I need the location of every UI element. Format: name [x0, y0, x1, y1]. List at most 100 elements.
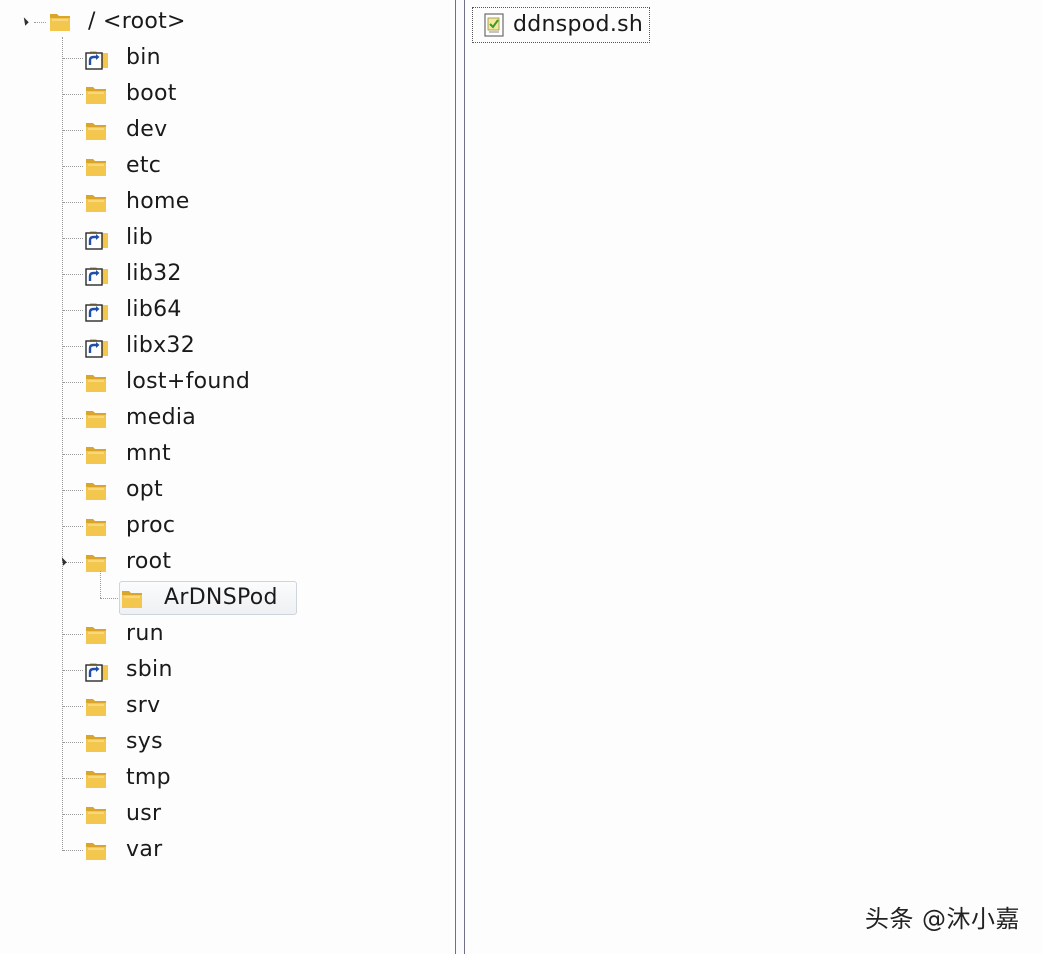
tree-row-lib32[interactable]: lib32 — [0, 259, 455, 289]
tree-item-label: ArDNSPod — [164, 585, 278, 610]
tree-connector — [34, 22, 46, 23]
folder-icon — [84, 765, 110, 791]
tree-item-label: lib64 — [126, 297, 182, 322]
tree-item-label: libx32 — [126, 333, 196, 358]
tree-connector — [63, 238, 83, 239]
tree-connector — [63, 778, 83, 779]
tree-connector — [63, 382, 83, 383]
tree-connector — [63, 418, 83, 419]
tree-row-opt[interactable]: opt — [0, 475, 455, 505]
tree-label-root: / <root> — [88, 9, 186, 34]
tree-row-var[interactable]: var — [0, 835, 455, 865]
tree-connector — [63, 94, 83, 95]
tree-row-sys[interactable]: sys — [0, 727, 455, 757]
tree-row-srv[interactable]: srv — [0, 691, 455, 721]
folder-icon — [84, 693, 110, 719]
script-file-icon — [484, 13, 504, 37]
tree-row-mnt[interactable]: mnt — [0, 439, 455, 469]
tree-item-label: lib32 — [126, 261, 182, 286]
tree-connector — [63, 310, 83, 311]
tree-item-label: opt — [126, 477, 163, 502]
tree-connector — [63, 166, 83, 167]
tree-row-bin[interactable]: bin — [0, 43, 455, 73]
tree-item-label: usr — [126, 801, 162, 826]
tree-connector — [63, 634, 83, 635]
tree-connector — [100, 598, 118, 599]
tree-connector — [63, 130, 83, 131]
tree-connector — [63, 706, 83, 707]
tree-item-label: home — [126, 189, 190, 214]
tree-connector — [63, 670, 83, 671]
folder-icon — [84, 369, 110, 395]
tree-item-label: etc — [126, 153, 162, 178]
watermark-text: 头条 @沐小嘉 — [864, 905, 1020, 933]
tree-row-run[interactable]: run — [0, 619, 455, 649]
tree-item-label: srv — [126, 693, 161, 718]
tree-row-home[interactable]: home — [0, 187, 455, 217]
tree-item-label: media — [126, 405, 197, 430]
tree-row-root[interactable]: root — [0, 547, 455, 577]
tree-row-etc[interactable]: etc — [0, 151, 455, 181]
folder-link-icon — [84, 333, 110, 359]
tree-row-usr[interactable]: usr — [0, 799, 455, 829]
tree-item-label: boot — [126, 81, 177, 106]
tree-item-label: mnt — [126, 441, 171, 466]
tree-connector — [63, 490, 83, 491]
tree-connector — [63, 814, 83, 815]
folder-icon — [48, 8, 74, 34]
folder-icon — [84, 405, 110, 431]
tree-connector — [63, 274, 83, 275]
tree-item-label: sbin — [126, 657, 173, 682]
tree-item-label: lost+found — [126, 369, 251, 394]
expand-arrow-icon[interactable] — [58, 557, 67, 566]
file-item-ddnspod[interactable]: ddnspod.sh — [472, 7, 650, 43]
folder-link-icon — [84, 657, 110, 683]
folder-icon — [84, 189, 110, 215]
tree-connector — [63, 742, 83, 743]
folder-icon — [84, 621, 110, 647]
folder-tree-pane[interactable]: / <root> bin boot dev etc home lib lib32 lib64 li… — [0, 0, 455, 954]
folder-icon — [84, 81, 110, 107]
tree-item-label: tmp — [126, 765, 171, 790]
tree-row-libx32[interactable]: libx32 — [0, 331, 455, 361]
tree-item-label: var — [126, 837, 163, 862]
folder-link-icon — [84, 297, 110, 323]
file-name: ddnspod.sh — [513, 12, 644, 37]
folder-icon — [84, 801, 110, 827]
tree-item-label: lib — [126, 225, 154, 250]
pane-splitter[interactable] — [455, 0, 465, 954]
tree-row-proc[interactable]: proc — [0, 511, 455, 541]
tree-row-lib[interactable]: lib — [0, 223, 455, 253]
folder-icon — [84, 441, 110, 467]
tree-row-dev[interactable]: dev — [0, 115, 455, 145]
tree-row-boot[interactable]: boot — [0, 79, 455, 109]
tree-row-sbin[interactable]: sbin — [0, 655, 455, 685]
tree-connector — [63, 202, 83, 203]
tree-row-lib64[interactable]: lib64 — [0, 295, 455, 325]
tree-row-media[interactable]: media — [0, 403, 455, 433]
tree-row-ardnspod[interactable]: ArDNSPod — [0, 571, 455, 615]
file-list-pane[interactable]: ddnspod.sh — [465, 0, 1042, 954]
folder-link-icon — [84, 45, 110, 71]
folder-icon — [120, 585, 146, 611]
tree-row-lost-found[interactable]: lost+found — [0, 367, 455, 397]
folder-icon — [84, 153, 110, 179]
folder-icon — [84, 837, 110, 863]
tree-item-label: proc — [126, 513, 176, 538]
folder-link-icon — [84, 261, 110, 287]
tree-connector — [63, 454, 83, 455]
tree-connector — [63, 526, 83, 527]
tree-item-label: dev — [126, 117, 168, 142]
tree-row-root[interactable]: / <root> — [0, 7, 455, 37]
tree-row-tmp[interactable]: tmp — [0, 763, 455, 793]
tree-item-label: root — [126, 549, 172, 574]
tree-item-label: run — [126, 621, 164, 646]
folder-icon — [84, 549, 110, 575]
tree-connector — [63, 58, 83, 59]
tree-connector — [63, 850, 83, 851]
tree-guide-line — [100, 571, 101, 598]
folder-icon — [84, 117, 110, 143]
folder-icon — [84, 513, 110, 539]
tree-item-label: sys — [126, 729, 163, 754]
expand-arrow-icon[interactable] — [20, 17, 29, 26]
